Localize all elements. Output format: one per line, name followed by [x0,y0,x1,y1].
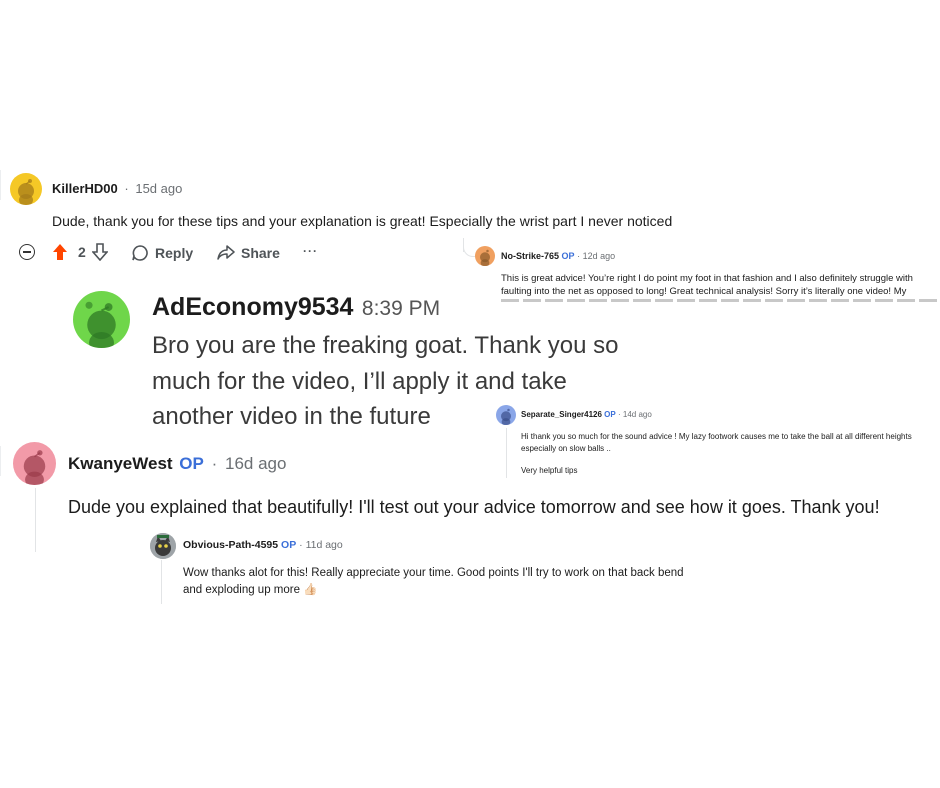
username[interactable]: AdEconomy9534 [152,293,353,321]
op-badge: OP [561,251,575,261]
avatar[interactable] [150,533,176,559]
vote-group: 2 [52,243,108,261]
comment-header: AdEconomy9534 8:39 PM [152,293,440,322]
share-label: Share [241,245,280,261]
avatar[interactable] [73,291,130,348]
snoo-icon [480,249,490,266]
thread-line [0,446,1,476]
comment-text: Dude you explained that beautifully! I'l… [68,497,880,517]
downvote-icon[interactable] [91,243,108,261]
snoo-icon [23,450,46,485]
avatar[interactable] [10,173,42,205]
comment-text-content: This is great advice! You’re right I do … [501,273,913,297]
share-button[interactable]: Share [217,244,280,262]
separator: · [577,251,581,261]
timestamp[interactable]: 15d ago [135,181,182,196]
username[interactable]: Separate_Singer4126 [521,410,602,419]
op-badge: OP [281,539,297,551]
avatar[interactable] [13,442,56,485]
op-badge: OP [179,454,204,473]
reply-icon [131,244,149,262]
op-badge: OP [604,410,616,419]
collapse-icon[interactable] [19,244,35,260]
separator: · [124,181,129,196]
thread-line [0,170,1,200]
snoo-icon [18,179,34,205]
comment-text: Dude, thank you for these tips and your … [52,213,673,229]
vote-count: 2 [78,244,86,260]
separator: · [211,454,218,473]
comment-line: Wow thanks alot for this! Really appreci… [183,567,684,579]
username[interactable]: KillerHD00 [52,181,118,196]
comment-header: KwanyeWest OP · 16d ago [68,454,286,474]
comment-header: Separate_Singer4126 OP · 14d ago [521,410,652,419]
timestamp[interactable]: 11d ago [306,539,343,551]
timestamp[interactable]: 14d ago [623,410,652,419]
comment-header: KillerHD00 · 15d ago [52,181,182,196]
comment-header: Obvious-Path-4595 OP · 11d ago [183,539,343,551]
snoo-icon [85,301,116,348]
comment-header: No-Strike-765 OP · 12d ago [501,251,615,261]
thread-line [506,428,507,478]
separator: · [299,539,303,551]
more-options-button[interactable]: ··· [303,244,318,258]
thread-line [161,560,162,604]
share-icon [217,244,235,262]
cat-avatar-icon [150,533,176,559]
username[interactable]: No-Strike-765 [501,251,559,261]
comment-text: This is great advice! You’re right I do … [501,272,937,297]
timestamp[interactable]: 12d ago [583,251,616,261]
comment-line: and exploding up more 👍🏻 [183,584,318,596]
separator: · [617,410,621,419]
more-icon: ··· [303,244,318,258]
reply-button[interactable]: Reply [131,244,193,262]
comment-line: Bro you are the freaking goat. Thank you… [152,332,619,359]
comment-text: Very helpful tips [521,466,578,475]
username[interactable]: KwanyeWest [68,454,173,473]
thread-line [35,488,36,552]
reply-label: Reply [155,245,194,261]
clipped-text-fragment [501,299,937,302]
comment-text: Wow thanks alot for this! Really appreci… [183,565,684,599]
timestamp[interactable]: 16d ago [225,454,286,473]
upvote-icon[interactable] [52,243,68,261]
username[interactable]: Obvious-Path-4595 [183,539,278,551]
snoo-icon [501,408,511,425]
comment-line: much for the video, I’ll apply it and ta… [152,367,567,395]
comment-text: Hi thank you so much for the sound advic… [521,432,912,453]
avatar[interactable] [496,405,516,425]
timestamp[interactable]: 8:39 PM [362,297,440,320]
avatar[interactable] [475,246,495,266]
